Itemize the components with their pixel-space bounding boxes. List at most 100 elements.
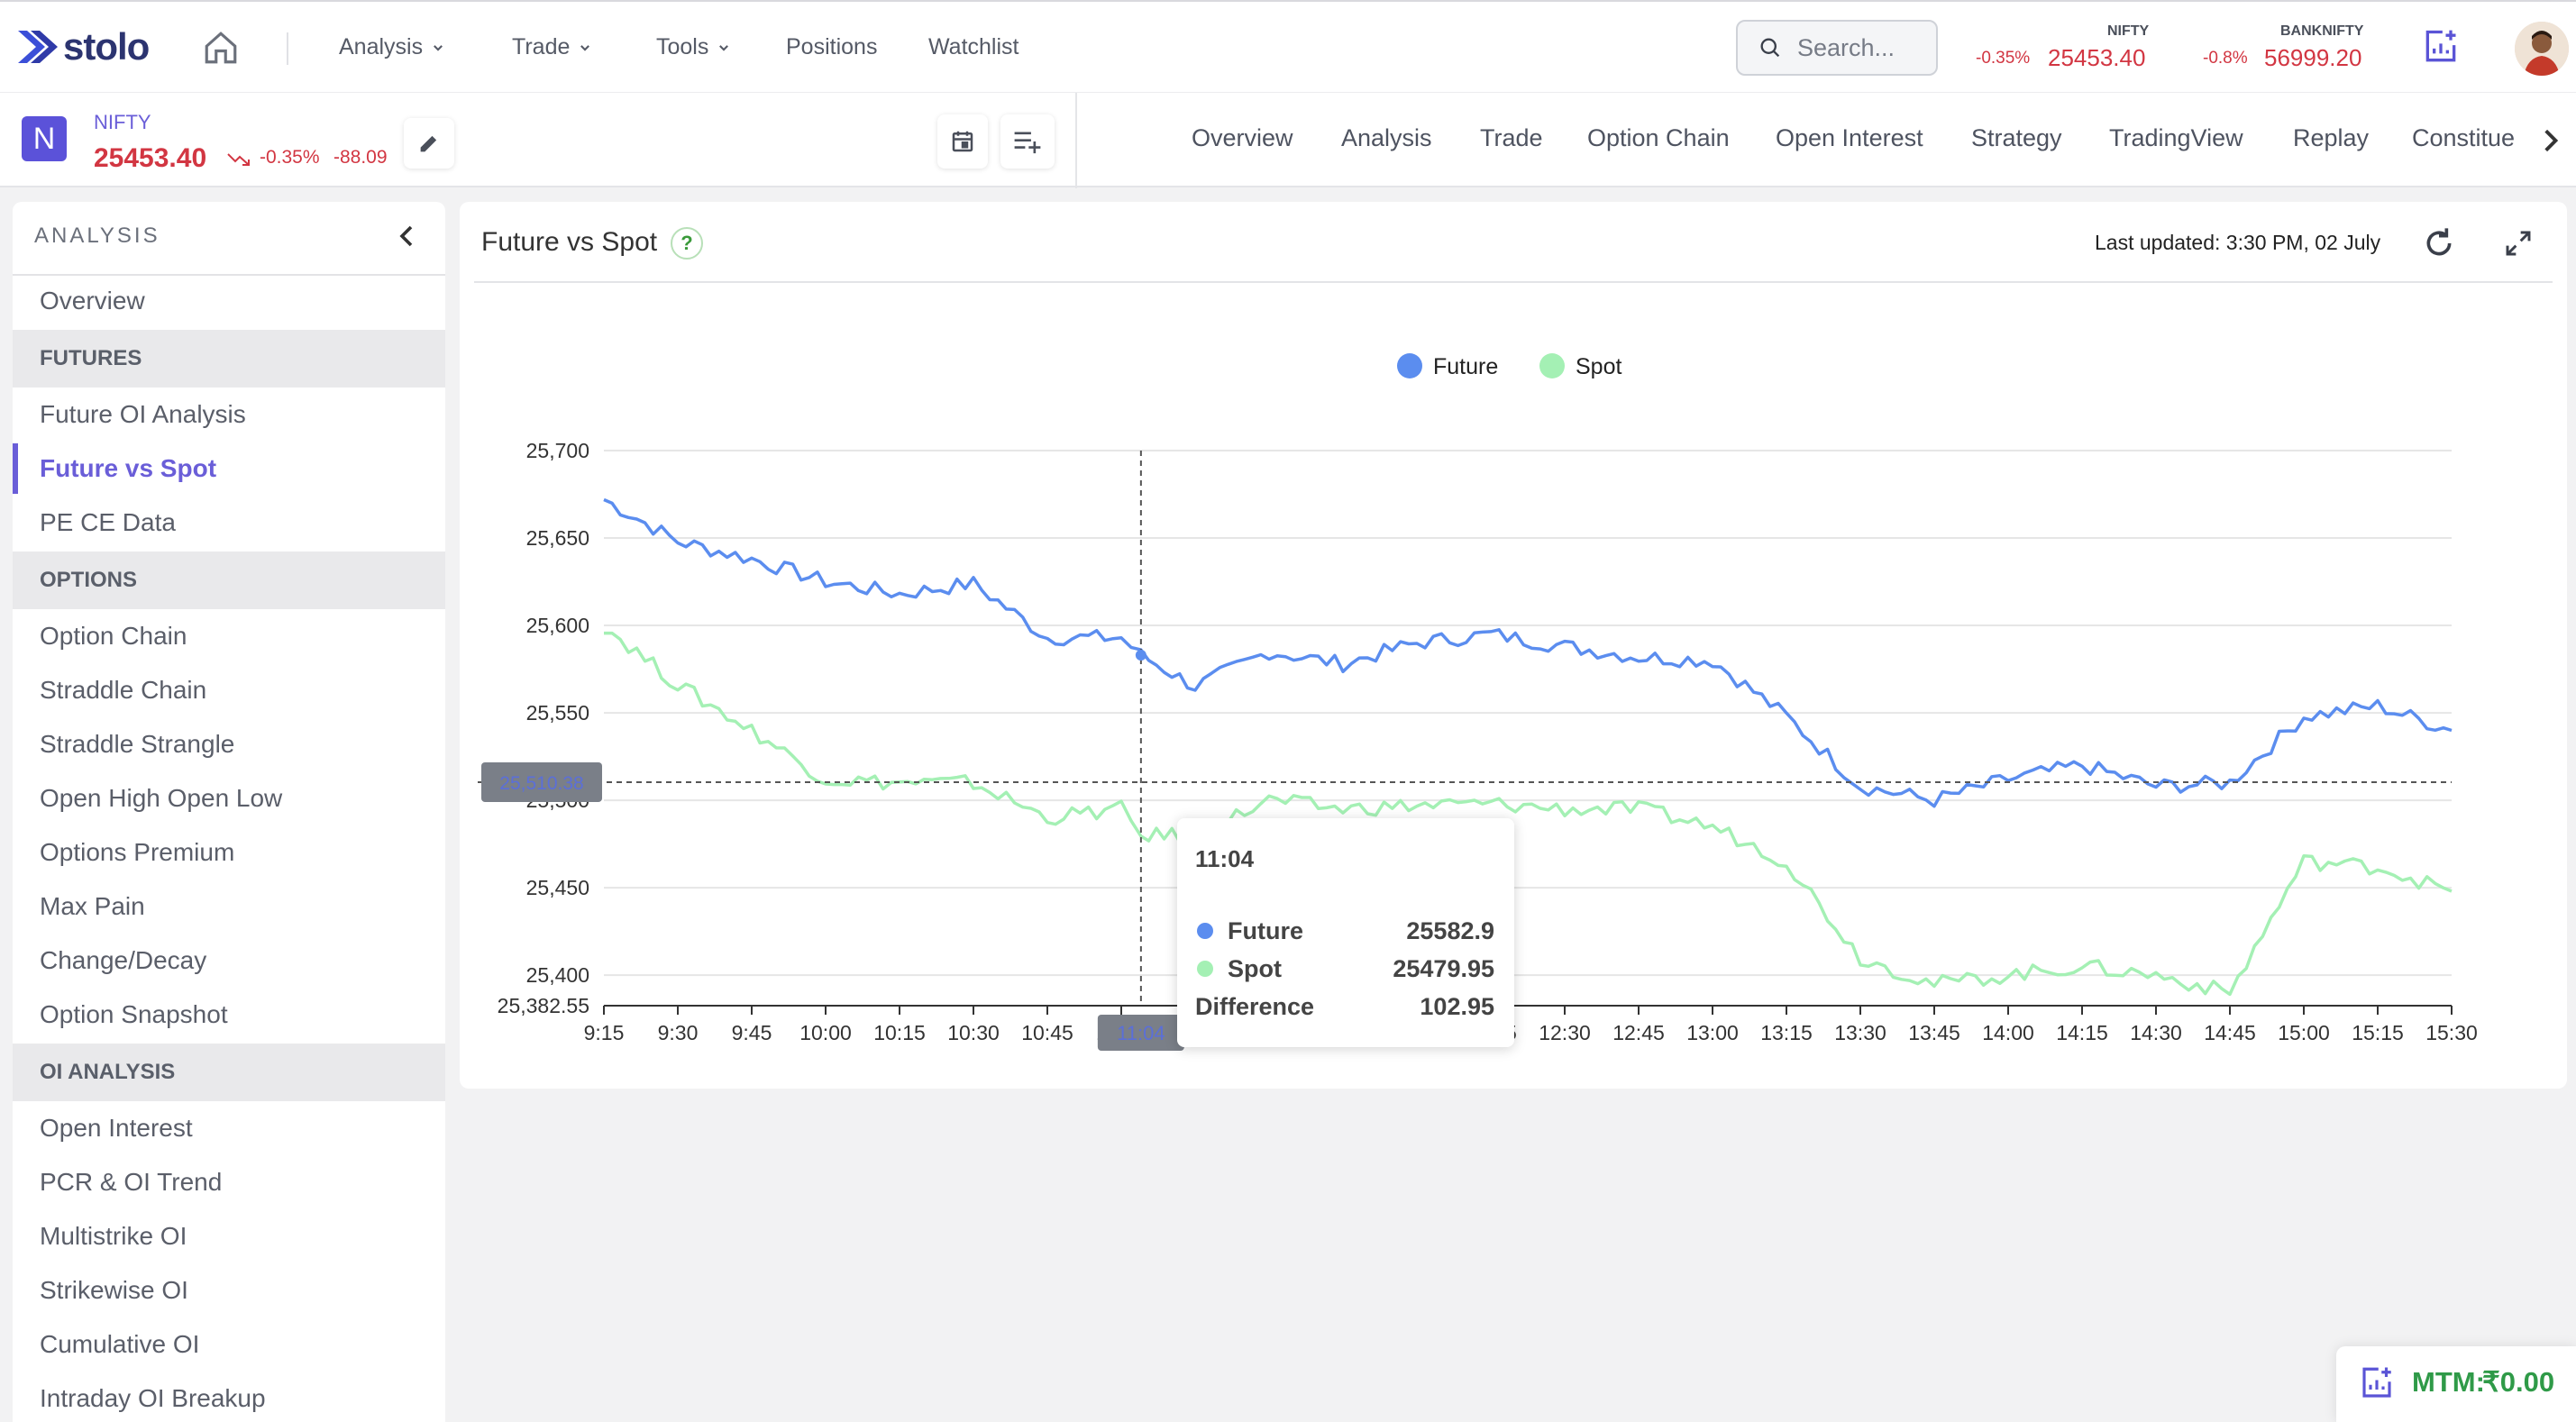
- tab-replay[interactable]: Replay: [2293, 124, 2369, 152]
- sidebar-item-cumulative-oi[interactable]: Cumulative OI: [40, 1330, 199, 1359]
- nav-positions[interactable]: Positions: [786, 34, 877, 60]
- x-tick-label: 12:30: [1539, 1021, 1591, 1044]
- chevron-down-icon: [580, 44, 590, 51]
- pencil-icon: [420, 135, 437, 152]
- x-tick-label: 9:45: [732, 1021, 772, 1044]
- sidebar-item-multistrike-oi[interactable]: Multistrike OI: [40, 1222, 187, 1251]
- y-tick-label: 25,550: [526, 701, 589, 725]
- sidebar-item-intraday-oi-breakup[interactable]: Intraday OI Breakup: [40, 1384, 266, 1413]
- tabs-scroll-right-icon[interactable]: [2540, 127, 2560, 154]
- sidebar-item-straddle-chain[interactable]: Straddle Chain: [40, 676, 206, 705]
- sidebar-item-open-high-open-low[interactable]: Open High Open Low: [40, 784, 282, 813]
- x-tick-label: 13:45: [1908, 1021, 1960, 1044]
- sidebar-divider: [13, 274, 445, 276]
- sidebar-section-oi-analysis: OI ANALYSIS: [13, 1044, 445, 1101]
- tooltip-time: 11:04: [1195, 845, 1255, 872]
- collapse-sidebar-icon[interactable]: [398, 223, 416, 249]
- nav-trade[interactable]: Trade: [512, 34, 591, 60]
- banknifty-ticker[interactable]: BANKNIFTY -0.8% 56999.20: [2196, 20, 2394, 74]
- mtm-label: MTM:: [2412, 1366, 2485, 1398]
- legend-marker: [1397, 353, 1422, 378]
- x-tick-label: 10:15: [873, 1021, 926, 1044]
- nav-trade-label: Trade: [512, 34, 571, 59]
- x-tick-label: 15:00: [2278, 1021, 2330, 1044]
- ticker-change: -0.8%: [2203, 49, 2248, 68]
- symbol-name[interactable]: NIFTY: [94, 111, 151, 134]
- search-input[interactable]: [1797, 33, 1923, 62]
- x-tick-label: 10:00: [799, 1021, 852, 1044]
- calendar-icon: [952, 131, 973, 152]
- sidebar-item-open-interest[interactable]: Open Interest: [40, 1114, 193, 1143]
- x-tick-label: 14:00: [1982, 1021, 2034, 1044]
- card-divider: [474, 281, 2553, 283]
- tooltip-difference-label: Difference: [1195, 993, 1315, 1020]
- search-box[interactable]: [1736, 20, 1938, 76]
- refresh-icon[interactable]: [2421, 225, 2457, 261]
- nav-analysis-label: Analysis: [339, 34, 424, 59]
- ticker-value: 25453.40: [2048, 44, 2146, 71]
- tooltip-spot-value: 25479.95: [1393, 955, 1494, 982]
- sidebar-item-overview[interactable]: Overview: [40, 287, 145, 315]
- nav-analysis[interactable]: Analysis: [339, 34, 444, 60]
- add-chart-icon[interactable]: [2421, 27, 2461, 67]
- ticker-name: NIFTY: [2107, 23, 2150, 39]
- symbol-change-abs: -88.09: [333, 147, 388, 168]
- calendar-button[interactable]: [937, 114, 988, 169]
- nifty-ticker[interactable]: NIFTY -0.35% 25453.40: [1970, 20, 2161, 74]
- sidebar-item-option-chain[interactable]: Option Chain: [40, 622, 187, 651]
- sidebar-item-future-vs-spot[interactable]: Future vs Spot: [40, 454, 216, 483]
- x-tick-label: 15:15: [2352, 1021, 2404, 1044]
- sidebar-item-max-pain[interactable]: Max Pain: [40, 892, 145, 921]
- help-icon[interactable]: ?: [671, 227, 703, 260]
- ticker-value: 56999.20: [2264, 44, 2362, 71]
- nav-divider: [287, 32, 288, 65]
- tab-constituents[interactable]: Constitue: [2412, 124, 2520, 152]
- top-navbar: stolo Analysis Trade Tools Positions Wat…: [0, 0, 2576, 92]
- tab-overview[interactable]: Overview: [1192, 124, 1293, 152]
- sidebar-item-options-premium[interactable]: Options Premium: [40, 838, 234, 867]
- edit-button[interactable]: [404, 118, 454, 169]
- analysis-sidebar: ANALYSIS Overview FUTURES Future OI Anal…: [13, 202, 445, 1422]
- sidebar-section-futures: FUTURES: [13, 330, 445, 387]
- sidebar-title: ANALYSIS: [34, 223, 160, 248]
- card-title: Future vs Spot: [481, 227, 658, 257]
- x-tick-label: 10:30: [947, 1021, 1000, 1044]
- tab-open-interest[interactable]: Open Interest: [1776, 124, 1923, 152]
- last-updated: Last updated: 3:30 PM, 02 July: [2095, 231, 2381, 254]
- nav-watchlist[interactable]: Watchlist: [928, 34, 1019, 60]
- home-icon[interactable]: [202, 29, 240, 67]
- tab-analysis[interactable]: Analysis: [1341, 124, 1432, 152]
- add-chart-icon[interactable]: [2358, 1364, 2396, 1402]
- playlist-add-icon: [1014, 132, 1041, 154]
- symbol-logo: N: [22, 116, 67, 161]
- sidebar-item-straddle-strangle[interactable]: Straddle Strangle: [40, 730, 234, 759]
- add-to-watchlist-button[interactable]: [1000, 114, 1055, 169]
- brand-logo[interactable]: stolo: [16, 25, 150, 68]
- tab-option-chain[interactable]: Option Chain: [1587, 124, 1730, 152]
- tab-tradingview[interactable]: TradingView: [2109, 124, 2243, 152]
- series-line-future: [603, 497, 2453, 808]
- x-tick-label: 13:30: [1834, 1021, 1886, 1044]
- nav-tools[interactable]: Tools: [656, 34, 730, 60]
- tab-trade[interactable]: Trade: [1480, 124, 1543, 152]
- tooltip-spot-dot: [1197, 961, 1213, 977]
- sidebar-item-pcr-oi-trend[interactable]: PCR & OI Trend: [40, 1168, 222, 1197]
- subbar-divider: [1075, 93, 1077, 188]
- active-indicator: [13, 443, 18, 494]
- stolo-logo-icon: [18, 31, 58, 63]
- sidebar-item-change-decay[interactable]: Change/Decay: [40, 946, 206, 975]
- mtm-widget[interactable]: MTM: ₹0.00: [2336, 1346, 2576, 1422]
- trend-down-icon: [227, 150, 251, 169]
- x-tick-label: 13:15: [1760, 1021, 1813, 1044]
- tab-strategy[interactable]: Strategy: [1971, 124, 2062, 152]
- user-avatar[interactable]: [2515, 22, 2569, 76]
- sidebar-item-option-snapshot[interactable]: Option Snapshot: [40, 1000, 228, 1029]
- legend-label: Future: [1433, 354, 1498, 379]
- expand-icon[interactable]: [2504, 229, 2533, 258]
- sidebar-item-strikewise-oi[interactable]: Strikewise OI: [40, 1276, 188, 1305]
- sidebar-item-pe-ce-data[interactable]: PE CE Data: [40, 508, 176, 537]
- chevron-down-icon: [719, 44, 729, 51]
- sidebar-item-future-oi-analysis[interactable]: Future OI Analysis: [40, 400, 246, 429]
- search-icon: [1760, 38, 1780, 58]
- x-tick-label: 13:00: [1686, 1021, 1739, 1044]
